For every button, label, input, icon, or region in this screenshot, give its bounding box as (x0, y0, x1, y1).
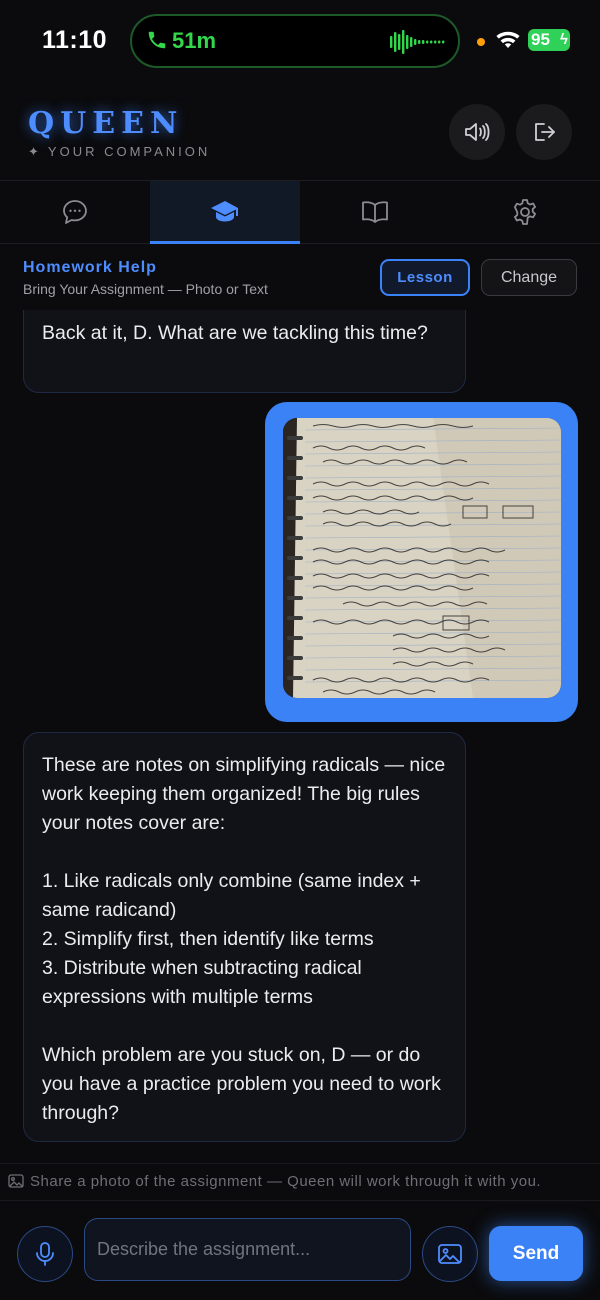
tab-chat[interactable] (0, 181, 150, 243)
tab-bar (0, 180, 600, 244)
microphone-button[interactable] (17, 1226, 73, 1282)
app-logo-title: QUEEN (28, 106, 184, 141)
audio-wave-icon (390, 30, 445, 54)
tab-journal[interactable] (300, 181, 450, 243)
logout-button[interactable] (516, 104, 572, 160)
mode-subtitle: Bring Your Assignment — Photo or Text (23, 281, 268, 297)
chat-thread[interactable]: Back at it, D. What are we tackling this… (0, 310, 600, 1160)
lesson-button[interactable]: Lesson (380, 259, 470, 296)
app-tagline: ✦ YOUR COMPANION (28, 144, 210, 160)
assistant-message: Back at it, D. What are we tackling this… (23, 310, 466, 393)
book-icon (362, 201, 388, 223)
mic-in-use-indicator (477, 38, 485, 46)
assistant-message: These are notes on simplifying radicals … (23, 732, 466, 1142)
tagline-text: YOUR COMPANION (47, 144, 211, 159)
assignment-input[interactable] (84, 1218, 411, 1281)
battery-level: 95 (531, 30, 550, 49)
speaker-icon (465, 123, 490, 141)
user-message-photo[interactable] (265, 402, 578, 722)
tab-homework[interactable] (150, 181, 300, 244)
send-button[interactable]: Send (489, 1226, 583, 1281)
call-indicator[interactable]: 51m (130, 14, 460, 68)
change-mode-button[interactable]: Change (481, 259, 577, 296)
sound-button[interactable] (449, 104, 505, 160)
charging-icon: ϟ (560, 31, 568, 48)
logout-icon (535, 123, 555, 141)
photo-icon (438, 1244, 462, 1264)
graduation-cap-icon (211, 201, 238, 222)
gear-icon (514, 199, 536, 225)
call-duration: 51m (172, 28, 217, 53)
status-time: 11:10 (42, 26, 108, 54)
phone-icon (148, 31, 166, 49)
attach-photo-button[interactable] (422, 1226, 478, 1282)
wifi-icon (496, 31, 520, 48)
hint-bar: Share a photo of the assignment — Queen … (0, 1163, 600, 1201)
mode-title: Homework Help (23, 259, 157, 276)
battery-indicator: 95 ϟ (528, 29, 570, 51)
tab-settings[interactable] (450, 181, 600, 243)
hint-text: Share a photo of the assignment — Queen … (30, 1173, 542, 1190)
handwritten-notes-image (283, 418, 561, 698)
microphone-icon (36, 1242, 54, 1266)
chat-bubble-icon (63, 200, 87, 224)
status-bar: 11:10 51m 95 ϟ (0, 0, 600, 84)
sparkle-icon: ✦ (28, 144, 42, 159)
notebook-photo[interactable] (283, 418, 561, 698)
image-icon (8, 1174, 24, 1188)
